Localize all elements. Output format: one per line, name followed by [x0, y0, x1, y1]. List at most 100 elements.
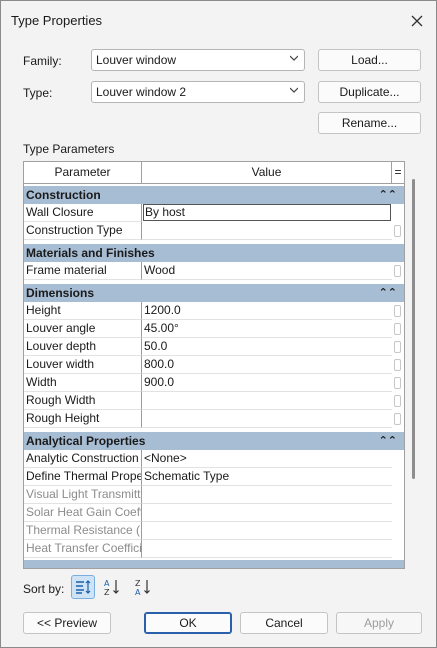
chevron-down-icon: [290, 55, 298, 61]
grouped-list-icon: [76, 580, 91, 594]
apply-button[interactable]: Apply: [336, 612, 422, 634]
chevron-down-icon: [290, 87, 298, 93]
sort-a-z-icon: A Z: [104, 579, 119, 596]
param-value[interactable]: 800.0: [142, 356, 392, 374]
param-name: Construction Type: [24, 222, 142, 240]
rename-button[interactable]: Rename...: [318, 112, 421, 134]
grid-header: Parameter Value =: [24, 162, 404, 184]
group-label: Construction: [26, 188, 101, 202]
formula-column-header[interactable]: =: [392, 162, 404, 183]
table-row[interactable]: Width 900.0: [24, 374, 404, 392]
table-row: Thermal Resistance (R): [24, 522, 404, 540]
param-value[interactable]: 50.0: [142, 338, 392, 356]
table-row[interactable]: Analytic Construction <None>: [24, 450, 404, 468]
param-name: Rough Height: [24, 410, 142, 428]
group-dimensions[interactable]: Dimensions ⌃⌃: [24, 284, 404, 302]
type-properties-dialog: Type Properties Family: Louver window Lo…: [0, 0, 437, 648]
table-row[interactable]: Rough Height: [24, 410, 404, 428]
svg-text:A: A: [135, 588, 141, 596]
table-row[interactable]: Louver depth 50.0: [24, 338, 404, 356]
table-row[interactable]: Louver angle 45.00°: [24, 320, 404, 338]
table-row: Solar Heat Gain Coefficient: [24, 504, 404, 522]
formula-button[interactable]: [394, 305, 401, 317]
formula-button[interactable]: [394, 359, 401, 371]
collapse-icon[interactable]: ⌃⌃: [379, 432, 397, 450]
collapse-icon[interactable]: ⌃⌃: [379, 284, 397, 302]
sort-ascending-button[interactable]: A Z: [100, 575, 124, 599]
group-construction[interactable]: Construction ⌃⌃: [24, 186, 404, 204]
table-row: Visual Light Transmittance: [24, 486, 404, 504]
svg-text:Z: Z: [104, 588, 110, 596]
formula-button[interactable]: [394, 395, 401, 407]
close-button[interactable]: [406, 10, 428, 32]
param-name: Define Thermal Properties by: [24, 468, 142, 486]
sort-descending-button[interactable]: Z A: [131, 575, 155, 599]
duplicate-button[interactable]: Duplicate...: [318, 81, 421, 103]
param-name: Louver depth: [24, 338, 142, 356]
type-parameters-label: Type Parameters: [23, 142, 115, 156]
ok-button[interactable]: OK: [144, 612, 232, 634]
table-row[interactable]: Rough Width: [24, 392, 404, 410]
collapse-icon[interactable]: ⌃⌃: [379, 186, 397, 204]
table-row[interactable]: Frame material Wood: [24, 262, 404, 280]
param-name: Heat Transfer Coefficient (U): [24, 540, 142, 558]
param-value[interactable]: [142, 222, 392, 240]
svg-text:Z: Z: [135, 579, 141, 588]
param-value[interactable]: <None>: [142, 450, 392, 468]
parameter-column-header[interactable]: Parameter: [24, 162, 142, 183]
sort-grouped-button[interactable]: [71, 575, 95, 599]
dialog-title: Type Properties: [11, 13, 103, 28]
group-label: Analytical Properties: [26, 434, 146, 448]
sort-by-label: Sort by:: [23, 582, 65, 596]
scrollbar-thumb[interactable]: [412, 179, 415, 479]
preview-button[interactable]: << Preview: [23, 612, 111, 634]
param-name: Width: [24, 374, 142, 392]
formula-button[interactable]: [394, 413, 401, 425]
value-column-header[interactable]: Value: [142, 162, 392, 183]
param-value[interactable]: 45.00°: [142, 320, 392, 338]
param-name: Louver width: [24, 356, 142, 374]
close-icon: [411, 15, 423, 27]
type-label: Type:: [23, 86, 53, 100]
table-row[interactable]: Wall Closure By host: [24, 204, 404, 222]
param-name: Height: [24, 302, 142, 320]
param-value: [142, 486, 392, 504]
param-value[interactable]: 900.0: [142, 374, 392, 392]
type-value: Louver window 2: [96, 85, 187, 99]
grid-scrollbar[interactable]: [406, 161, 420, 569]
type-dropdown[interactable]: Louver window 2: [91, 81, 305, 103]
table-row[interactable]: Define Thermal Properties by Schematic T…: [24, 468, 404, 486]
group-analytical-properties[interactable]: Analytical Properties ⌃⌃: [24, 432, 404, 450]
cancel-button[interactable]: Cancel: [240, 612, 328, 634]
group-label: Dimensions: [26, 286, 95, 300]
param-value: [142, 522, 392, 540]
formula-button[interactable]: [394, 341, 401, 353]
svg-text:A: A: [104, 579, 110, 588]
family-dropdown[interactable]: Louver window: [91, 49, 305, 71]
parameters-grid[interactable]: Parameter Value = Construction ⌃⌃ Wall C…: [23, 161, 405, 569]
formula-button[interactable]: [394, 265, 401, 277]
param-value[interactable]: [142, 410, 392, 428]
table-row[interactable]: Height 1200.0: [24, 302, 404, 320]
sort-z-a-icon: Z A: [135, 579, 150, 596]
formula-button[interactable]: [394, 323, 401, 335]
formula-button[interactable]: [394, 225, 401, 237]
formula-button[interactable]: [394, 377, 401, 389]
group-label: Materials and Finishes: [26, 246, 155, 260]
group-materials-and-finishes[interactable]: Materials and Finishes: [24, 244, 404, 262]
table-row: Heat Transfer Coefficient (U): [24, 540, 404, 558]
table-row[interactable]: Construction Type: [24, 222, 404, 240]
param-name: Solar Heat Gain Coefficient: [24, 504, 142, 522]
param-value[interactable]: [142, 392, 392, 410]
param-name: Thermal Resistance (R): [24, 522, 142, 540]
param-name: Louver angle: [24, 320, 142, 338]
table-row[interactable]: Louver width 800.0: [24, 356, 404, 374]
param-name: Frame material: [24, 262, 142, 280]
param-value[interactable]: 1200.0: [142, 302, 392, 320]
family-label: Family:: [23, 54, 62, 68]
param-value[interactable]: Wood: [142, 262, 392, 280]
param-value-input[interactable]: By host: [143, 204, 391, 221]
load-button[interactable]: Load...: [318, 49, 421, 71]
param-value[interactable]: Schematic Type: [142, 468, 392, 486]
param-name: Visual Light Transmittance: [24, 486, 142, 504]
